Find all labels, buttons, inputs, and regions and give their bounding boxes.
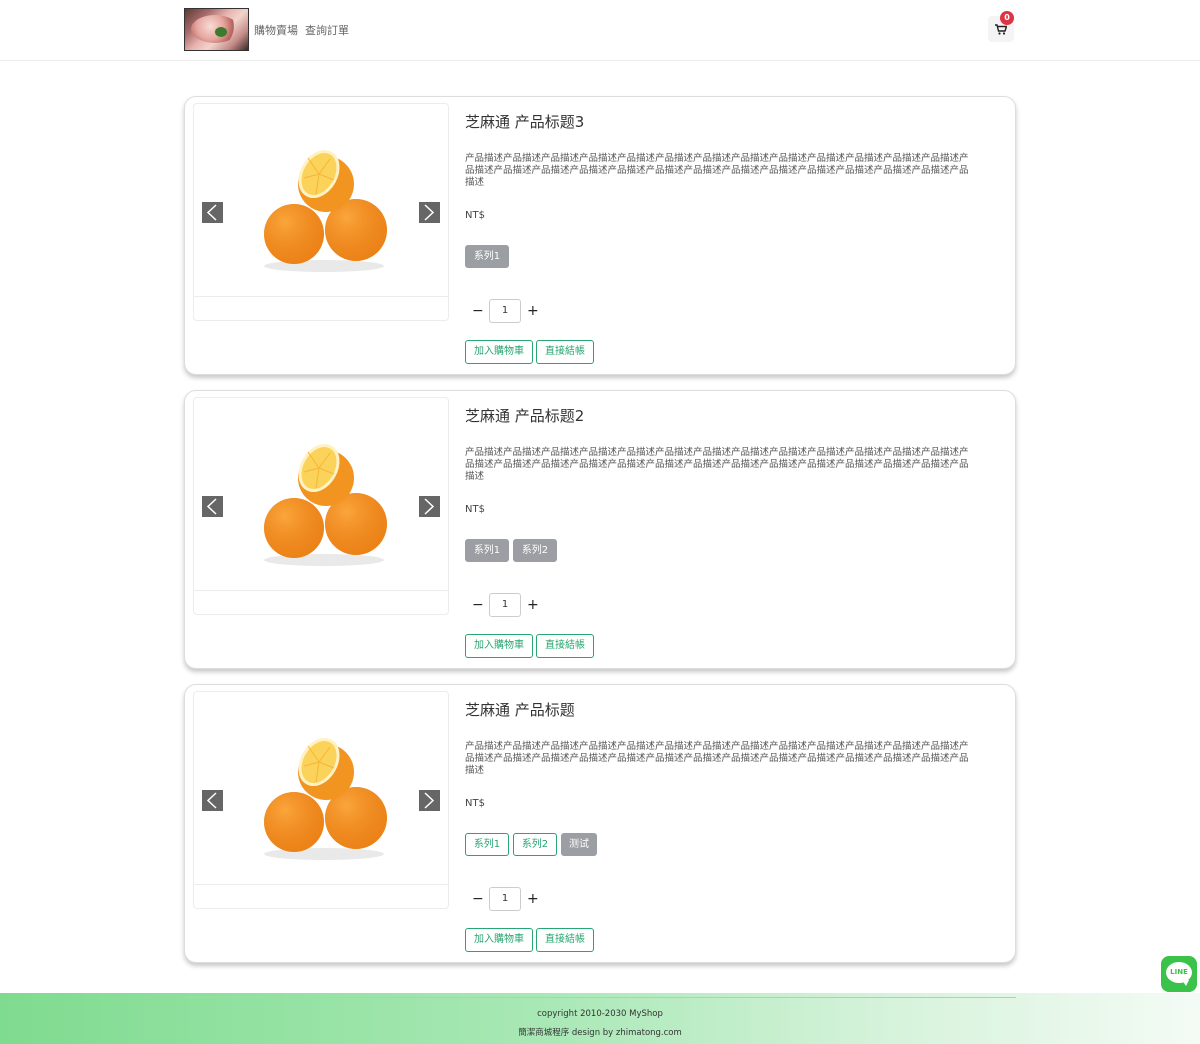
quantity-increase-button[interactable]: +: [527, 597, 539, 613]
logo-herb-image: [215, 27, 227, 37]
product-card: 芝麻通 产品标题3 产品描述产品描述产品描述产品描述产品描述产品描述产品描述产品…: [184, 96, 1016, 375]
footer-copyright: copyright 2010-2030 MyShop: [537, 1009, 663, 1019]
quantity-decrease-button[interactable]: −: [472, 597, 484, 613]
top-navbar: 購物賣場 查詢訂單 0: [0, 0, 1200, 61]
footer-credit: 簡潔商城程序 design by zhimatong.com: [518, 1028, 682, 1038]
product-price: NT$: [465, 798, 485, 809]
product-image: [264, 738, 387, 860]
chevron-right-icon: [424, 204, 435, 221]
product-image-carousel: [193, 397, 449, 615]
cart-count-badge: 0: [1000, 11, 1014, 25]
product-tag[interactable]: 系列2: [513, 833, 557, 856]
product-image-carousel: [193, 691, 449, 909]
chevron-right-icon: [424, 792, 435, 809]
carousel-divider: [194, 590, 448, 591]
product-card: 芝麻通 产品标题 产品描述产品描述产品描述产品描述产品描述产品描述产品描述产品描…: [184, 684, 1016, 963]
carousel-divider: [194, 884, 448, 885]
line-chat-button[interactable]: LINE: [1161, 956, 1197, 992]
quantity-increase-button[interactable]: +: [527, 891, 539, 907]
carousel-divider: [194, 296, 448, 297]
chevron-left-icon: [206, 498, 217, 515]
checkout-button[interactable]: 直接結帳: [536, 634, 594, 658]
product-tag[interactable]: 系列1: [465, 833, 509, 856]
checkout-button[interactable]: 直接結帳: [536, 340, 594, 364]
line-icon-label: LINE: [1170, 968, 1188, 976]
quantity-decrease-button[interactable]: −: [472, 891, 484, 907]
quantity-input[interactable]: 1: [489, 593, 521, 617]
product-card: 芝麻通 产品标题2 产品描述产品描述产品描述产品描述产品描述产品描述产品描述产品…: [184, 390, 1016, 669]
product-image: [264, 444, 387, 566]
footer-divider: [184, 997, 1016, 998]
product-tag[interactable]: 系列1: [465, 539, 509, 562]
carousel-prev-button[interactable]: [202, 496, 223, 517]
carousel-prev-button[interactable]: [202, 202, 223, 223]
product-description: 产品描述产品描述产品描述产品描述产品描述产品描述产品描述产品描述产品描述产品描述…: [465, 153, 969, 188]
product-image: [264, 150, 387, 272]
nav-shop-link[interactable]: 購物賣場: [254, 22, 298, 38]
product-image-carousel: [193, 103, 449, 321]
product-title: 芝麻通 产品标题: [465, 701, 575, 719]
product-description: 产品描述产品描述产品描述产品描述产品描述产品描述产品描述产品描述产品描述产品描述…: [465, 447, 969, 482]
product-price: NT$: [465, 504, 485, 515]
footer: copyright 2010-2030 MyShop 簡潔商城程序 design…: [0, 993, 1200, 1044]
carousel-prev-button[interactable]: [202, 790, 223, 811]
product-title: 芝麻通 产品标题2: [465, 407, 585, 425]
add-to-cart-button[interactable]: 加入購物車: [465, 634, 533, 658]
quantity-decrease-button[interactable]: −: [472, 303, 484, 319]
product-description: 产品描述产品描述产品描述产品描述产品描述产品描述产品描述产品描述产品描述产品描述…: [465, 741, 969, 776]
checkout-button[interactable]: 直接結帳: [536, 928, 594, 952]
quantity-input[interactable]: 1: [489, 299, 521, 323]
carousel-next-button[interactable]: [419, 790, 440, 811]
quantity-input[interactable]: 1: [489, 887, 521, 911]
add-to-cart-button[interactable]: 加入購物車: [465, 928, 533, 952]
product-tag[interactable]: 系列2: [513, 539, 557, 562]
chevron-left-icon: [206, 792, 217, 809]
carousel-next-button[interactable]: [419, 496, 440, 517]
chevron-left-icon: [206, 204, 217, 221]
product-tag[interactable]: 系列1: [465, 245, 509, 268]
quantity-increase-button[interactable]: +: [527, 303, 539, 319]
product-tag[interactable]: 测试: [561, 833, 597, 856]
cart-icon: [995, 24, 1007, 35]
add-to-cart-button[interactable]: 加入購物車: [465, 340, 533, 364]
product-price: NT$: [465, 210, 485, 221]
carousel-next-button[interactable]: [419, 202, 440, 223]
product-title: 芝麻通 产品标题3: [465, 113, 585, 131]
chevron-right-icon: [424, 498, 435, 515]
shop-logo[interactable]: [184, 8, 249, 51]
line-bubble-tail: [1182, 980, 1189, 986]
nav-order-query-link[interactable]: 查詢訂單: [305, 22, 349, 38]
